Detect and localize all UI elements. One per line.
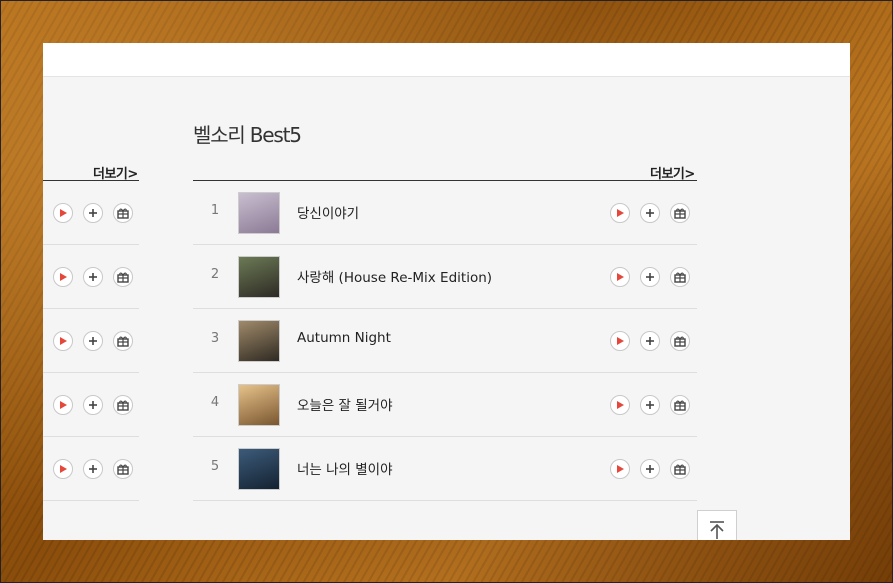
gift-button[interactable] (113, 395, 133, 415)
plus-icon (89, 401, 97, 409)
gift-icon (674, 208, 686, 219)
plus-icon (646, 401, 654, 409)
play-button[interactable] (53, 267, 73, 287)
play-icon (60, 209, 67, 217)
add-button[interactable] (83, 267, 103, 287)
gift-button[interactable] (670, 331, 690, 351)
song-row: 3 Autumn Night (193, 309, 697, 373)
add-button[interactable] (640, 459, 660, 479)
play-icon (60, 465, 67, 473)
add-button[interactable] (640, 203, 660, 223)
gift-button[interactable] (113, 267, 133, 287)
plus-icon (646, 273, 654, 281)
play-button[interactable] (53, 459, 73, 479)
album-thumbnail[interactable] (238, 384, 280, 426)
plus-icon (646, 209, 654, 217)
gift-button[interactable] (670, 267, 690, 287)
scroll-top-icon (710, 521, 724, 539)
play-icon (60, 337, 67, 345)
play-button[interactable] (610, 395, 630, 415)
song-title[interactable]: 당신이야기 (297, 202, 359, 222)
add-button[interactable] (640, 395, 660, 415)
album-thumbnail[interactable] (238, 320, 280, 362)
song-row (43, 373, 139, 437)
plus-icon (89, 337, 97, 345)
song-row (43, 309, 139, 373)
gift-icon (674, 400, 686, 411)
gift-button[interactable] (670, 395, 690, 415)
song-rank: 5 (210, 459, 220, 474)
play-button[interactable] (610, 331, 630, 351)
plus-icon (89, 209, 97, 217)
plus-icon (89, 465, 97, 473)
plus-icon (646, 465, 654, 473)
scroll-top-button[interactable] (697, 510, 737, 540)
song-row: 2 사랑해 (House Re-Mix Edition) (193, 245, 697, 309)
song-title[interactable]: 사랑해 (House Re-Mix Edition) (297, 266, 492, 286)
song-rank: 1 (210, 203, 220, 218)
add-button[interactable] (83, 459, 103, 479)
gift-icon (117, 464, 129, 475)
play-icon (617, 401, 624, 409)
album-thumbnail[interactable] (238, 256, 280, 298)
play-icon (60, 401, 67, 409)
song-rank: 4 (210, 395, 220, 410)
top-bar (43, 43, 850, 77)
plus-icon (89, 273, 97, 281)
add-button[interactable] (83, 203, 103, 223)
play-icon (617, 273, 624, 281)
song-row: 5 너는 나의 별이야 (193, 437, 697, 501)
song-title[interactable]: 오늘은 잘 될거야 (297, 394, 393, 414)
content-panel: 더보기> 벨소리 Best5 더보기> 1 당신이야기 2 사랑해 (House Re… (43, 43, 850, 540)
gift-button[interactable] (113, 331, 133, 351)
song-rank: 2 (210, 267, 220, 282)
song-row: 1 당신이야기 (193, 181, 697, 245)
song-title[interactable]: Autumn Night (297, 330, 391, 346)
play-button[interactable] (610, 267, 630, 287)
play-icon (617, 465, 624, 473)
play-button[interactable] (610, 459, 630, 479)
gift-button[interactable] (670, 459, 690, 479)
gift-icon (674, 464, 686, 475)
gift-icon (117, 336, 129, 347)
plus-icon (646, 337, 654, 345)
add-button[interactable] (83, 331, 103, 351)
play-button[interactable] (53, 331, 73, 351)
gift-icon (674, 336, 686, 347)
play-icon (60, 273, 67, 281)
add-button[interactable] (83, 395, 103, 415)
add-button[interactable] (640, 331, 660, 351)
song-row (43, 437, 139, 501)
play-button[interactable] (610, 203, 630, 223)
gift-icon (117, 272, 129, 283)
gift-button[interactable] (113, 459, 133, 479)
section-title: 벨소리 Best5 (193, 123, 302, 147)
gift-button[interactable] (670, 203, 690, 223)
gift-button[interactable] (113, 203, 133, 223)
song-title[interactable]: 너는 나의 별이야 (297, 458, 393, 478)
song-rank: 3 (210, 331, 220, 346)
song-row (43, 181, 139, 245)
album-thumbnail[interactable] (238, 192, 280, 234)
add-button[interactable] (640, 267, 660, 287)
gift-icon (117, 400, 129, 411)
play-icon (617, 209, 624, 217)
gift-icon (117, 208, 129, 219)
album-thumbnail[interactable] (238, 448, 280, 490)
song-row: 4 오늘은 잘 될거야 (193, 373, 697, 437)
play-icon (617, 337, 624, 345)
song-row (43, 245, 139, 309)
play-button[interactable] (53, 203, 73, 223)
play-button[interactable] (53, 395, 73, 415)
gift-icon (674, 272, 686, 283)
